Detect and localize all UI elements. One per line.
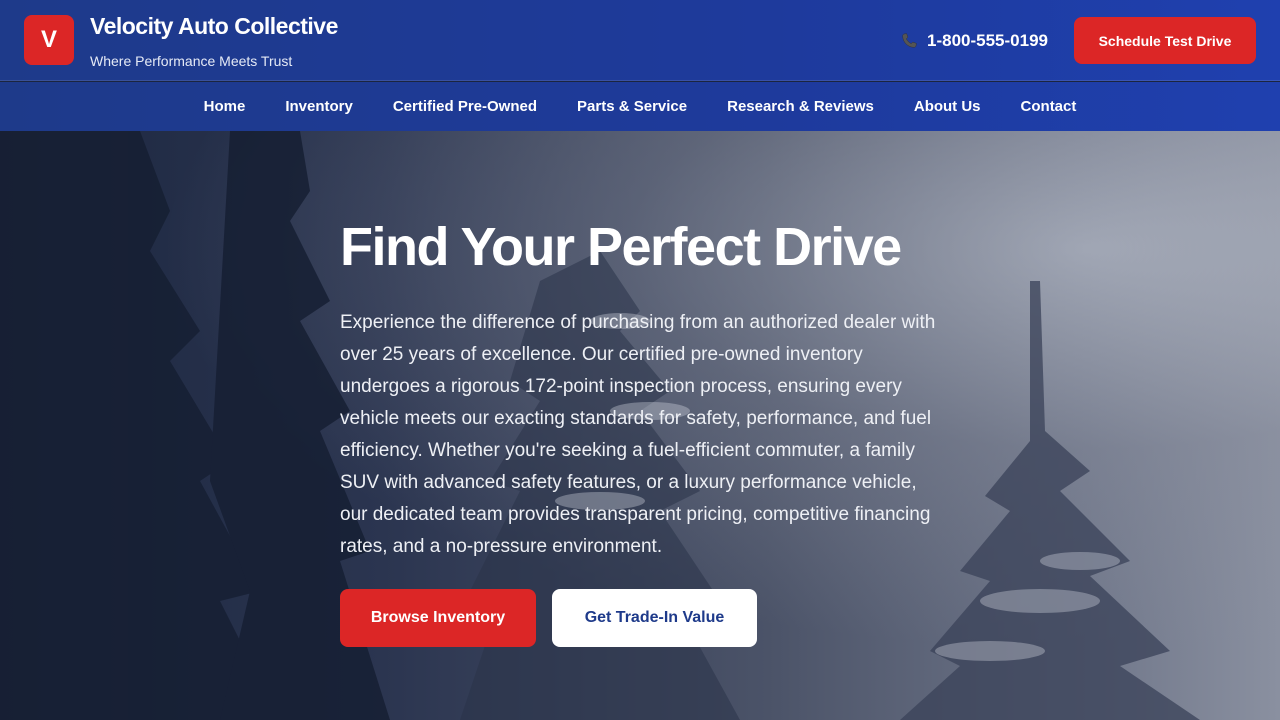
nav-item-research-reviews[interactable]: Research & Reviews: [727, 98, 874, 115]
nav-item-certified-pre-owned[interactable]: Certified Pre-Owned: [393, 98, 537, 115]
nav-item-home[interactable]: Home: [204, 98, 246, 115]
hero-buttons: Browse Inventory Get Trade-In Value: [340, 589, 757, 647]
schedule-test-drive-button[interactable]: Schedule Test Drive: [1074, 17, 1256, 64]
hero-description: Experience the difference of purchasing …: [340, 312, 936, 557]
site-header: V Velocity Auto Collective Where Perform…: [0, 0, 1280, 81]
brand-tagline: Where Performance Meets Trust: [90, 53, 293, 69]
nav-item-contact[interactable]: Contact: [1021, 98, 1077, 115]
hero-title: Find Your Perfect Drive: [340, 217, 902, 277]
hero-content: Find Your Perfect Drive Experience the d…: [340, 215, 940, 563]
phone-link[interactable]: 1-800-555-0199: [899, 30, 1048, 52]
phone-number[interactable]: 1-800-555-0199: [927, 31, 1048, 51]
nav-item-parts-service[interactable]: Parts & Service: [577, 98, 687, 115]
browse-inventory-button[interactable]: Browse Inventory: [340, 589, 536, 647]
get-trade-in-value-button[interactable]: Get Trade-In Value: [552, 589, 757, 647]
logo-badge[interactable]: V: [24, 15, 74, 65]
brand-name[interactable]: Velocity Auto Collective: [90, 13, 338, 40]
main-nav: Home Inventory Certified Pre-Owned Parts…: [0, 82, 1280, 131]
nav-item-inventory[interactable]: Inventory: [285, 98, 353, 115]
phone-icon: [902, 33, 917, 48]
hero-section: Find Your Perfect Drive Experience the d…: [0, 131, 1280, 720]
nav-item-about-us[interactable]: About Us: [914, 98, 981, 115]
